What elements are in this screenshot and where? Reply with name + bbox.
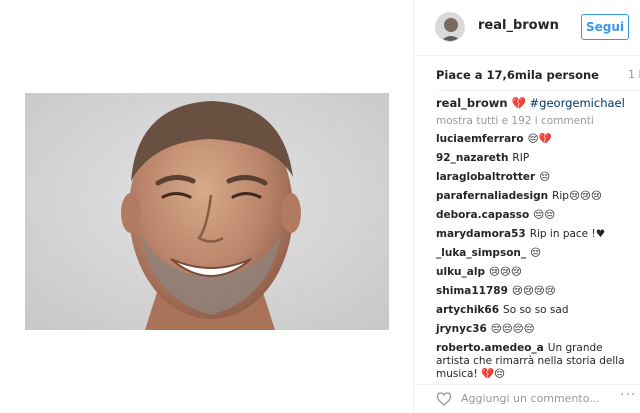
comment-username[interactable]: jrynyc36 — [436, 323, 487, 335]
comment-text: 😔😔😔😔 — [490, 323, 535, 335]
comment-username[interactable]: roberto.amedeo_a — [436, 342, 544, 354]
comment-row: laraglobaltrotter 😔 — [436, 171, 636, 184]
comment-username[interactable]: laraglobaltrotter — [436, 171, 535, 183]
comment-username[interactable]: 92_nazareth — [436, 152, 508, 164]
portrait-image — [25, 93, 389, 330]
post-header: real_brown Segui — [414, 0, 640, 56]
comment-text: Rip😢😢😢 — [552, 190, 602, 202]
comment-row: 92_nazareth RIP — [436, 152, 636, 165]
comment-row: _luka_simpson_ 😔 — [436, 247, 636, 260]
comments-list: real_brown 💔 #georgemichael mostra tutti … — [436, 96, 636, 387]
comment-username[interactable]: shima11789 — [436, 285, 508, 297]
comment-row: debora.capasso 😔😔 — [436, 209, 636, 222]
caption-emoji: 💔 — [511, 96, 526, 110]
comment-row: marydamora53 Rip in pace !♥ — [436, 228, 636, 241]
comment-text: 😔 — [530, 247, 542, 259]
comment-row: jrynyc36 😔😔😔😔 — [436, 323, 636, 336]
comment-row: ulku_alp 😢😢😢 — [436, 266, 636, 279]
comment-text: RIP — [512, 152, 530, 164]
post-caption: real_brown 💔 #georgemichael — [436, 96, 636, 110]
post-details-panel: real_brown Segui Piace a 17,6mila person… — [413, 0, 640, 413]
comment-username[interactable]: parafernaliadesign — [436, 190, 548, 202]
avatar-image — [436, 13, 464, 41]
likes-count[interactable]: Piace a 17,6mila persone — [436, 68, 599, 82]
show-all-comments-link[interactable]: mostra tutti e 192 i commenti — [436, 115, 636, 127]
caption-username[interactable]: real_brown — [436, 96, 508, 110]
divider — [436, 90, 640, 91]
caption-hashtag[interactable]: #georgemichael — [530, 96, 625, 110]
heart-icon[interactable] — [436, 391, 452, 407]
comment-text: 😢😢😢 — [488, 266, 522, 278]
comment-bar: Aggiungi un commento... ··· — [414, 384, 640, 413]
post-time[interactable]: 1 h — [628, 68, 640, 81]
comment-row: shima11789 😢😢😢😢 — [436, 285, 636, 298]
post-username[interactable]: real_brown — [478, 18, 559, 33]
comment-username[interactable]: debora.capasso — [436, 209, 529, 221]
comment-username[interactable]: artychik66 — [436, 304, 499, 316]
instagram-post-view: real_brown Segui Piace a 17,6mila person… — [0, 0, 640, 413]
follow-button[interactable]: Segui — [581, 14, 629, 40]
comment-row: luciaemferraro 😔💔 — [436, 133, 636, 146]
comment-text: 😢😢😢😢 — [511, 285, 556, 297]
more-options-icon[interactable]: ··· — [620, 387, 636, 403]
comment-username[interactable]: _luka_simpson_ — [436, 247, 526, 259]
post-photo[interactable] — [25, 93, 389, 330]
add-comment-input[interactable]: Aggiungi un commento... — [461, 392, 600, 405]
comment-username[interactable]: ulku_alp — [436, 266, 485, 278]
comment-text: Rip in pace !♥ — [529, 228, 606, 240]
comment-text: 😔 — [539, 171, 551, 183]
comment-username[interactable]: luciaemferraro — [436, 133, 524, 145]
comment-text: 😔💔 — [527, 133, 552, 145]
avatar[interactable] — [435, 12, 465, 42]
comment-row: artychik66 So so so sad — [436, 304, 636, 317]
comment-text: So so so sad — [503, 304, 569, 316]
media-column — [0, 0, 413, 413]
comment-text: 😔😔 — [533, 209, 556, 221]
comment-username[interactable]: marydamora53 — [436, 228, 526, 240]
comment-row: parafernaliadesign Rip😢😢😢 — [436, 190, 636, 203]
comment-row: roberto.amedeo_a Un grande artista che ri… — [436, 342, 636, 381]
